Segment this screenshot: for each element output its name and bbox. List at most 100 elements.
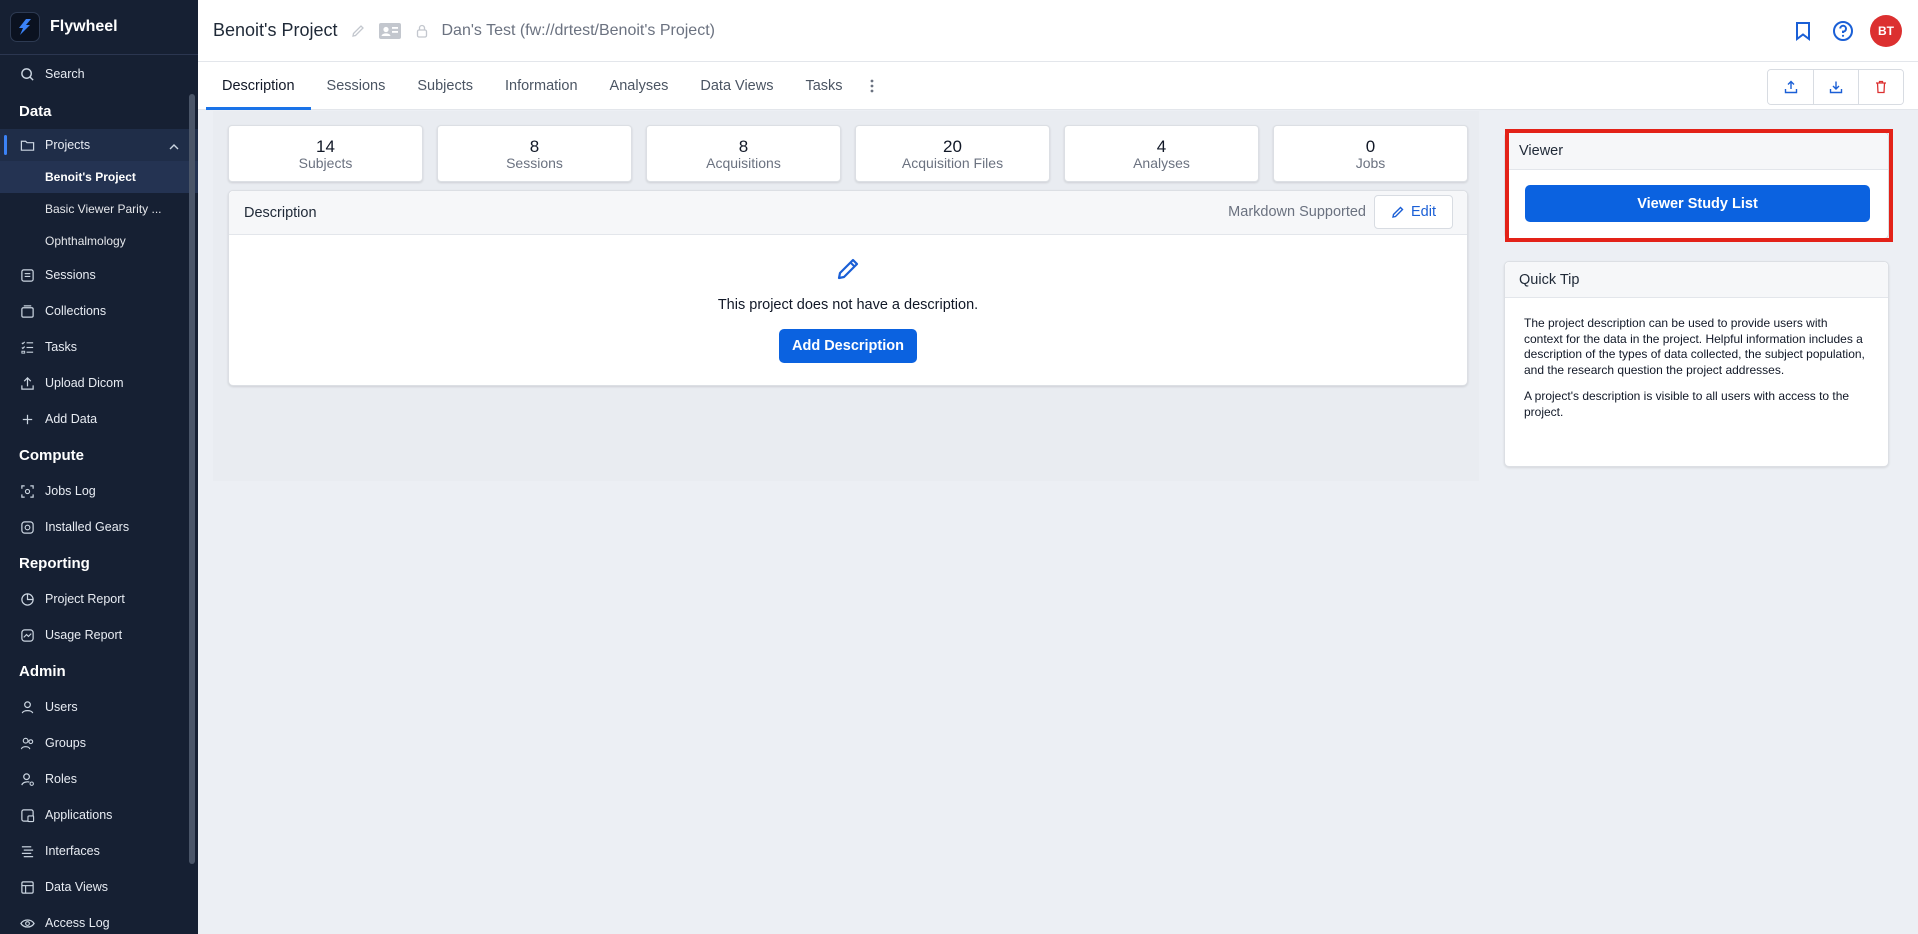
empty-description-text: This project does not have a description… <box>717 297 979 313</box>
avatar[interactable]: BT <box>1870 15 1902 47</box>
sidebar-item-access-log[interactable]: Access Log <box>0 905 198 934</box>
sidebar-subitem-project[interactable]: Basic Viewer Parity ... <box>0 193 198 225</box>
upload-icon <box>1784 80 1797 94</box>
stat-card-subjects[interactable]: 14 Subjects <box>228 125 423 182</box>
usage-report-icon <box>21 628 34 642</box>
edit-button[interactable]: Edit <box>1374 195 1453 229</box>
collections-icon <box>21 304 34 318</box>
sessions-icon <box>21 268 34 282</box>
sidebar-item-label: Data Views <box>45 880 108 894</box>
upload-icon <box>21 376 34 390</box>
roles-icon <box>21 772 34 786</box>
tab-description[interactable]: Description <box>206 62 311 110</box>
gear-icon <box>21 520 34 534</box>
search-icon <box>21 67 34 81</box>
sidebar-subitem-project[interactable]: Benoit's Project <box>0 161 198 193</box>
plus-icon <box>22 414 33 424</box>
page-title: Benoit's Project <box>213 20 338 40</box>
sidebar-item-label: Installed Gears <box>45 520 130 534</box>
sidebar-item-interfaces[interactable]: Interfaces <box>0 833 198 869</box>
sidebar-item-usage-report[interactable]: Usage Report <box>0 617 198 653</box>
markdown-supported-label: Markdown Supported <box>1228 204 1366 220</box>
sidebar-item-label: Projects <box>45 138 91 152</box>
section-data: Data <box>19 102 52 120</box>
sidebar-item-label: Users <box>45 700 78 714</box>
stat-card-acquisition-files[interactable]: 20 Acquisition Files <box>855 125 1050 182</box>
sidebar-item-label: Collections <box>45 304 107 318</box>
sidebar-item-label: Interfaces <box>45 844 100 858</box>
stat-value: 20 <box>943 137 962 156</box>
stat-card-sessions[interactable]: 8 Sessions <box>437 125 632 182</box>
lock-icon <box>416 24 427 38</box>
applications-icon <box>21 808 35 822</box>
sidebar-item-roles[interactable]: Roles <box>0 761 198 797</box>
tab-tasks[interactable]: Tasks <box>789 62 858 109</box>
sidebar-item-data-views[interactable]: Data Views <box>0 869 198 905</box>
eye-icon <box>20 918 35 928</box>
sidebar-item-installed-gears[interactable]: Installed Gears <box>0 509 198 545</box>
tab-data-views[interactable]: Data Views <box>684 62 789 109</box>
stat-value: 4 <box>1156 137 1167 156</box>
brand[interactable]: Flywheel <box>0 0 198 54</box>
bookmark-button[interactable] <box>1790 18 1816 44</box>
stat-card-analyses[interactable]: 4 Analyses <box>1064 125 1259 182</box>
trash-icon <box>1876 80 1886 94</box>
tab-subjects[interactable]: Subjects <box>401 62 489 109</box>
folder-icon <box>20 140 35 151</box>
stat-label: Acquisition Files <box>901 155 1004 171</box>
pencil-icon[interactable] <box>350 23 366 39</box>
description-card-header: Description Markdown Supported Edit <box>229 191 1467 235</box>
sidebar-item-label: Upload Dicom <box>45 376 124 390</box>
brand-name: Flywheel <box>50 18 118 35</box>
tab-analyses[interactable]: Analyses <box>594 62 685 109</box>
bookmark-icon <box>1796 22 1810 41</box>
add-description-button[interactable]: Add Description <box>779 329 917 363</box>
tasks-icon <box>21 340 34 354</box>
download-button[interactable] <box>1813 70 1858 104</box>
sidebar-item-users[interactable]: Users <box>0 689 198 725</box>
sidebar-item-label: Jobs Log <box>45 484 96 498</box>
description-title: Description <box>244 204 317 221</box>
sidebar: Flywheel Search Data Projects Benoit's P… <box>0 0 198 934</box>
tab-information[interactable]: Information <box>489 62 594 109</box>
sidebar-item-applications[interactable]: Applications <box>0 797 198 833</box>
edit-button-label: Edit <box>1411 204 1436 220</box>
sidebar-item-jobs-log[interactable]: Jobs Log <box>0 473 198 509</box>
quick-tip-body: The project description can be used to p… <box>1505 298 1888 420</box>
jobs-log-icon <box>21 484 34 498</box>
upload-button[interactable] <box>1768 70 1813 104</box>
sidebar-item-label: Applications <box>45 808 113 822</box>
sidebar-subitem-project[interactable]: Ophthalmology <box>0 225 198 257</box>
sidebar-item-sessions[interactable]: Sessions <box>0 257 198 293</box>
sidebar-item-label: Sessions <box>45 268 96 282</box>
stat-card-jobs[interactable]: 0 Jobs <box>1273 125 1468 182</box>
sidebar-scrollbar[interactable] <box>189 94 195 864</box>
sidebar-item-add-data[interactable]: Add Data <box>0 401 198 437</box>
tab-sessions[interactable]: Sessions <box>311 62 402 109</box>
stat-value: 8 <box>738 137 749 156</box>
sidebar-item-collections[interactable]: Collections <box>0 293 198 329</box>
stat-card-acquisitions[interactable]: 8 Acquisitions <box>646 125 841 182</box>
stat-label: Acquisitions <box>706 155 781 171</box>
project-path: Dan's Test (fw://drtest/Benoit's Project… <box>441 21 715 39</box>
sidebar-item-project-report[interactable]: Project Report <box>0 581 198 617</box>
id-card-icon[interactable] <box>378 22 402 40</box>
section-compute: Compute <box>19 446 84 464</box>
sidebar-item-tasks[interactable]: Tasks <box>0 329 198 365</box>
sidebar-item-label: Access Log <box>45 916 110 930</box>
description-empty-state: This project does not have a description… <box>229 235 1467 363</box>
quick-tip-paragraph: The project description can be used to p… <box>1524 316 1865 377</box>
chevron-up-icon[interactable] <box>168 141 180 153</box>
quick-tip-paragraph: A project's description is visible to al… <box>1524 389 1850 419</box>
sidebar-item-groups[interactable]: Groups <box>0 725 198 761</box>
delete-button[interactable] <box>1858 70 1903 104</box>
sidebar-item-upload-dicom[interactable]: Upload Dicom <box>0 365 198 401</box>
more-tabs-button[interactable] <box>859 62 885 109</box>
sidebar-item-projects[interactable]: Projects <box>0 129 198 161</box>
section-reporting: Reporting <box>19 554 90 572</box>
sidebar-item-label: Usage Report <box>45 628 123 642</box>
sidebar-item-search[interactable]: Search <box>0 55 198 93</box>
help-button[interactable] <box>1830 18 1856 44</box>
header-actions: BT <box>1790 15 1902 47</box>
page-header: Benoit's Project Dan's Test (fw://drtest… <box>198 0 1918 62</box>
